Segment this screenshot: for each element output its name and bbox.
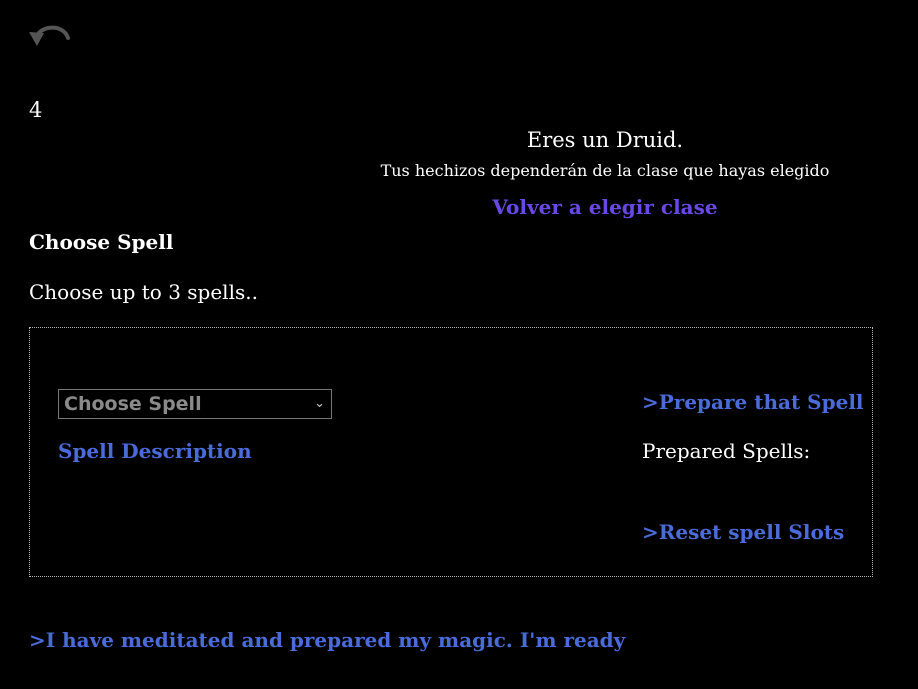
chevron-down-icon: ⌄ xyxy=(314,396,325,411)
prepare-spell-link[interactable]: >Prepare that Spell xyxy=(642,390,864,414)
rechoose-class-link[interactable]: Volver a elegir clase xyxy=(492,195,717,219)
counter-value: 4 xyxy=(29,98,43,122)
prepared-spells-label: Prepared Spells: xyxy=(642,439,811,463)
spell-select[interactable]: Choose Spell ⌄ xyxy=(58,389,332,419)
ready-link[interactable]: >I have meditated and prepared my magic.… xyxy=(29,628,625,652)
spell-select-value: Choose Spell xyxy=(64,393,202,415)
section-title: Choose Spell xyxy=(29,230,174,254)
class-title: Eres un Druid. xyxy=(526,128,684,152)
undo-arrow-icon xyxy=(29,25,70,46)
class-note: Tus hechizos dependerán de la clase que … xyxy=(380,161,830,180)
undo-button[interactable] xyxy=(27,18,73,50)
spell-panel: Choose Spell ⌄ Spell Description >Prepar… xyxy=(29,327,873,577)
section-subtitle: Choose up to 3 spells.. xyxy=(29,280,258,304)
spell-description-link[interactable]: Spell Description xyxy=(58,439,252,463)
class-info: Eres un Druid. Tus hechizos dependerán d… xyxy=(300,126,910,219)
reset-spell-slots-link[interactable]: >Reset spell Slots xyxy=(642,520,844,544)
